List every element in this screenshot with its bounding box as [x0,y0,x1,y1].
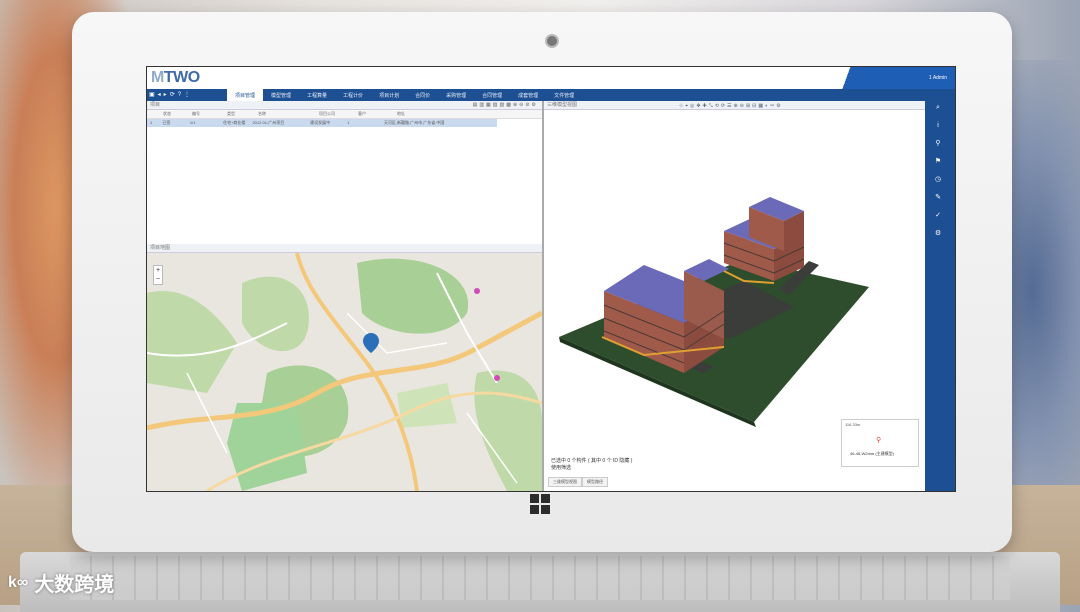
module-navbar: ▣◂▸⟳?⋮ 项目管理 模型管理 工程算量 工程计价 项目计划 合同价 采购管理… [147,89,955,101]
check-icon[interactable]: ✓ [933,207,943,225]
building-model-3d[interactable] [544,111,925,451]
viewer-toolbar[interactable]: ⊹⌖◎✥✚⤡⟲⟳☰⊕⊖⊞⊟▦◐✂⚙ [679,102,783,111]
tab-contracts[interactable]: 合同管理 [474,89,510,101]
project-panel-header: 项目 ▤▥▦▧▨▩⊕⊖⊘⚙ [147,101,542,110]
sidebar-icons[interactable]: ⌕ i ⚲ ⚑ ◷ ✎ ✓ ⚙ [933,99,943,243]
top-right-accent: 1 Admin [835,67,955,89]
col-address[interactable]: 地址 [394,110,517,118]
panel-title: 项目 [150,102,161,108]
tablet-device: MTWO 1 Admin ▣◂▸⟳?⋮ 项目管理 模型管理 工程算量 工程计价 … [72,12,1012,552]
grid-toolbar[interactable]: ▤▥▦▧▨▩⊕⊖⊘⚙ [473,101,538,110]
tab-documents[interactable]: 文件管理 [546,89,582,101]
grid-header: 状态 编号 类型 名称 项目公司 客户 地址 [147,110,542,119]
viewer-title: 三维模型视图 [547,102,578,108]
col-code[interactable]: 编号 [189,110,224,118]
map-zoom-control[interactable]: + − [153,265,163,285]
model-viewer[interactable]: 三维模型视图 ⊹⌖◎✥✚⤡⟲⟳☰⊕⊖⊞⊟▦◐✂⚙ 已选中 0 个构件 (其中 … [544,101,925,491]
tab-3d-view[interactable]: 三维模型视图 [548,477,582,487]
app-logo: MTWO [151,69,200,86]
windows-logo-icon[interactable] [530,494,550,514]
col-name[interactable]: 名称 [255,110,316,118]
tab-sets[interactable]: 成套管理 [510,89,546,101]
info-icon[interactable]: i [933,117,943,135]
tab-project-management[interactable]: 项目管理 [227,89,264,101]
zoom-out-button[interactable]: − [154,275,162,284]
tab-schedule[interactable]: 项目计划 [371,89,407,101]
module-tabs: 项目管理 模型管理 工程算量 工程计价 项目计划 合同价 采购管理 合同管理 成… [227,89,582,101]
model-info-inset: 116.33m ⚲ 46-46-W2mm (主建模型) [841,419,919,467]
zoom-in-button[interactable]: + [154,266,162,275]
edit-icon[interactable]: ✎ [933,189,943,207]
quick-toolbar[interactable]: ▣◂▸⟳?⋮ [149,91,193,98]
col-status[interactable]: 状态 [160,110,189,118]
watermark-logo-icon: k∞ [8,573,29,591]
filter-status[interactable]: 使用筛选 [551,464,571,471]
inset-measure: 116.33m [845,422,861,427]
tab-contract-price[interactable]: 合同价 [407,89,438,101]
project-grid: 状态 编号 类型 名称 项目公司 客户 地址 1 已签 1/1 住宅+商业楼 2… [147,110,542,127]
col-type[interactable]: 类型 [224,110,255,118]
watermark: k∞ 大数跨境 [8,568,114,597]
flag-icon[interactable]: ⚑ [933,153,943,171]
filter-icon[interactable]: ⚲ [933,135,943,153]
map-canvas[interactable] [147,253,542,491]
selection-status: 已选中 0 个构件 ( 其中 0 个 ID 隐藏 ) [551,458,633,464]
location-pin-icon: ⚲ [876,437,882,444]
keyboard-keys [70,556,1010,600]
col-company[interactable]: 项目公司 [316,110,355,118]
viewer-bottom-tabs: 三维模型视图 模型路径 [548,477,608,487]
tab-pricing[interactable]: 工程计价 [335,89,371,101]
search-icon[interactable]: ⌕ [933,99,943,117]
tab-model-path[interactable]: 模型路径 [582,477,608,487]
top-bar: MTWO 1 Admin [147,67,955,90]
user-menu[interactable]: 1 Admin [929,75,947,81]
inset-model-label: 46-46-W2mm (主建模型) [850,451,895,456]
left-pane: 项目 ▤▥▦▧▨▩⊕⊖⊘⚙ 状态 编号 类型 名称 项目公司 客户 地址 1 已… [147,101,544,491]
tab-quantity[interactable]: 工程算量 [299,89,335,101]
viewer-header: 三维模型视图 ⊹⌖◎✥✚⤡⟲⟳☰⊕⊖⊞⊟▦◐✂⚙ [544,101,925,110]
table-row[interactable]: 1 已签 1/1 住宅+商业楼 2012.01-广州项目 建设发展中 1 天河区… [147,119,497,127]
settings-icon[interactable]: ⚙ [933,225,943,243]
tab-procurement[interactable]: 采购管理 [438,89,474,101]
col-client[interactable]: 客户 [355,110,394,118]
project-map[interactable]: + − [147,253,542,491]
map-panel-title: 项目地图 [150,245,171,251]
app-screen: MTWO 1 Admin ▣◂▸⟳?⋮ 项目管理 模型管理 工程算量 工程计价 … [146,66,956,492]
clock-icon[interactable]: ◷ [933,171,943,189]
map-panel-header: 项目地图 [147,244,542,253]
camera-icon [545,34,559,48]
watermark-text: 大数跨境 [34,574,115,596]
right-sidebar: ⌕ i ⚲ ⚑ ◷ ✎ ✓ ⚙ [925,89,955,491]
tab-model-management[interactable]: 模型管理 [263,89,299,101]
